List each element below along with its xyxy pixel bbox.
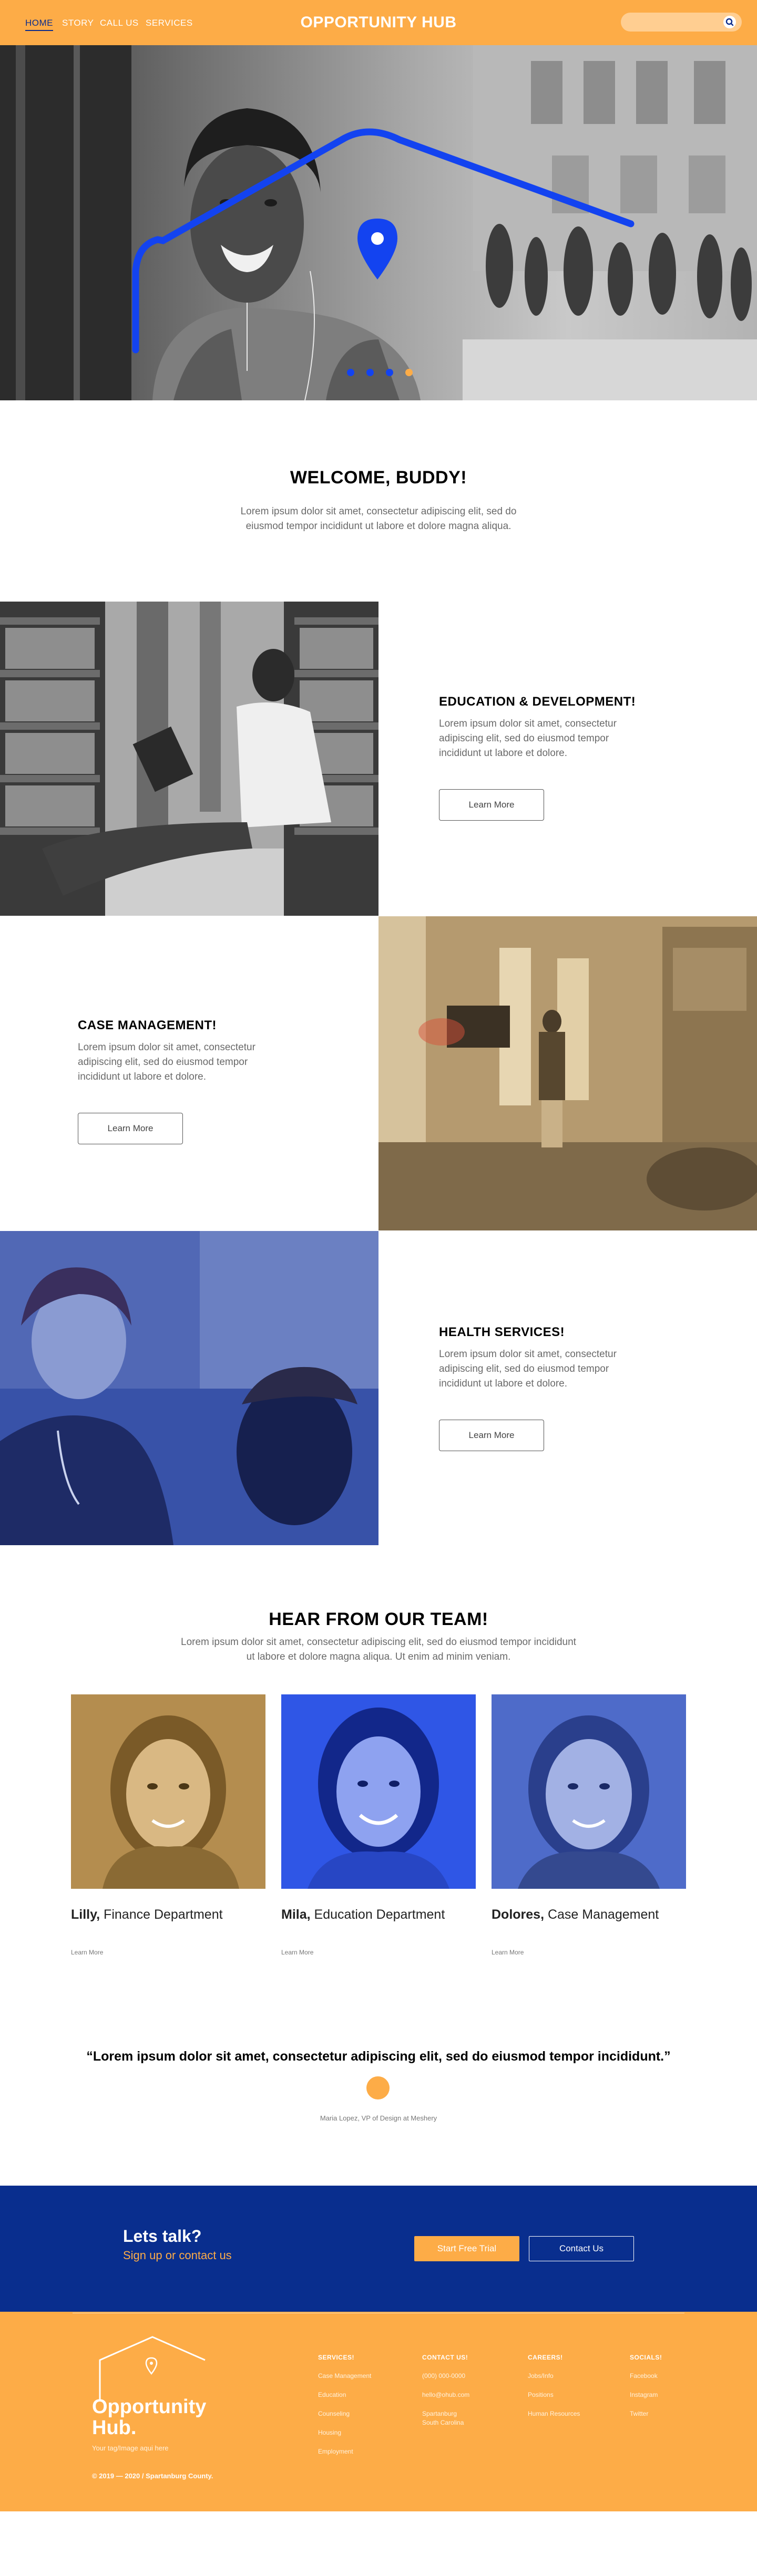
- footer-link[interactable]: Education: [318, 2391, 371, 2399]
- education-image: [0, 602, 378, 916]
- testimonial-avatar: [366, 2076, 390, 2099]
- carousel-dot-3[interactable]: [386, 369, 393, 376]
- start-free-trial-button[interactable]: Start Free Trial: [414, 2236, 519, 2261]
- hero-banner: [0, 45, 757, 400]
- footer-link[interactable]: Positions: [528, 2391, 580, 2399]
- footer-col-head: SERVICES!: [318, 2354, 354, 2361]
- testimonial-author: Maria Lopez, VP of Design at Meshery: [320, 2114, 437, 2122]
- service-case-text-2: adipiscing elit, sed do eiusmod tempor: [78, 1057, 248, 1068]
- service-health-text-1: Lorem ipsum dolor sit amet, consectetur: [439, 1349, 617, 1360]
- footer-text: Spartanburg: [422, 2410, 457, 2417]
- footer-link[interactable]: hello@ohub.com: [422, 2391, 469, 2399]
- footer-text: South Carolina: [422, 2419, 464, 2426]
- service-education-text-3: incididunt ut labore et dolore.: [439, 748, 567, 759]
- team-member-lilly: Lilly, Finance Department: [71, 1907, 223, 1922]
- team-member-dolores: Dolores, Case Management: [492, 1907, 659, 1922]
- service-health-text-2: adipiscing elit, sed do eiusmod tempor: [439, 1363, 609, 1374]
- service-education-text-2: adipiscing elit, sed do eiusmod tempor: [439, 733, 609, 744]
- team-photo-dolores: [492, 1694, 686, 1889]
- footer-link[interactable]: Jobs/Info: [528, 2372, 580, 2381]
- service-case-title: CASE MANAGEMENT!: [78, 1018, 217, 1032]
- team-photo-mila: [281, 1694, 476, 1889]
- cta-banner: Lets talk? Sign up or contact us Start F…: [0, 2186, 757, 2312]
- service-case-learn-more-button[interactable]: Learn More: [78, 1113, 183, 1144]
- footer-col-socials: SOCIALS! Facebook Instagram Twitter: [630, 2354, 662, 2418]
- footer-link[interactable]: Instagram: [630, 2391, 662, 2399]
- top-header: HOME STORY CALL US SERVICES OPPORTUNITY …: [0, 0, 757, 45]
- testimonial-quote: “Lorem ipsum dolor sit amet, consectetur…: [86, 2049, 671, 2064]
- footer-col-head: CONTACT US!: [422, 2354, 468, 2361]
- footer-col-head: SOCIALS!: [630, 2354, 662, 2361]
- team-member-dept: Finance Department: [100, 1907, 223, 1922]
- search-icon[interactable]: [723, 16, 736, 28]
- footer-link[interactable]: Facebook: [630, 2372, 662, 2381]
- cta-subtitle: Sign up or contact us: [123, 2249, 232, 2262]
- footer-link[interactable]: Employment: [318, 2447, 371, 2456]
- health-image: [0, 1231, 378, 1545]
- team-member-dept: Education Department: [310, 1907, 445, 1922]
- lilly-learn-more-link[interactable]: Learn More: [71, 1949, 103, 1956]
- footer-copyright: © 2019 — 2020 / Spartanburg County.: [92, 2472, 213, 2480]
- carousel-dot-4[interactable]: [405, 369, 413, 376]
- hero-photo: [0, 45, 757, 400]
- footer-col-careers: CAREERS! Jobs/Info Positions Human Resou…: [528, 2354, 580, 2418]
- case-management-image: [378, 916, 757, 1230]
- carousel-dot-2[interactable]: [366, 369, 374, 376]
- site-footer: Opportunity Hub. Your tag/Image aqui her…: [0, 2312, 757, 2511]
- footer-col-head: CAREERS!: [528, 2354, 563, 2361]
- footer-link[interactable]: Housing: [318, 2428, 371, 2437]
- welcome-title: WELCOME, BUDDY!: [290, 468, 467, 488]
- service-education-text-1: Lorem ipsum dolor sit amet, consectetur: [439, 718, 617, 729]
- team-member-mila: Mila, Education Department: [281, 1907, 445, 1922]
- service-health-title: HEALTH SERVICES!: [439, 1325, 565, 1339]
- team-text-line-1: Lorem ipsum dolor sit amet, consectetur …: [181, 1637, 576, 1648]
- footer-logo-line-2: Hub.: [92, 2417, 137, 2439]
- footer-col-services: SERVICES! Case Management Education Coun…: [318, 2354, 371, 2456]
- footer-link[interactable]: Twitter: [630, 2409, 662, 2418]
- team-title: HEAR FROM OUR TEAM!: [269, 1609, 488, 1629]
- carousel-dot-1[interactable]: [347, 369, 354, 376]
- service-education-learn-more-button[interactable]: Learn More: [439, 789, 544, 821]
- footer-link[interactable]: Counseling: [318, 2409, 371, 2418]
- footer-col-contact: CONTACT US! (000) 000-0000 hello@ohub.co…: [422, 2354, 469, 2427]
- team-text-line-2: ut labore et dolore magna aliqua. Ut eni…: [246, 1651, 511, 1662]
- footer-logo-line-1: Opportunity: [92, 2396, 207, 2418]
- cta-title: Lets talk?: [123, 2227, 202, 2246]
- contact-us-button[interactable]: Contact Us: [529, 2236, 634, 2261]
- team-member-dept: Case Management: [544, 1907, 659, 1922]
- footer-tagline: Your tag/Image aqui here: [92, 2444, 169, 2452]
- team-member-name: Dolores,: [492, 1907, 545, 1922]
- service-case-text-3: incididunt ut labore et dolore.: [78, 1071, 206, 1082]
- team-member-name: Mila,: [281, 1907, 311, 1922]
- service-education-title: EDUCATION & DEVELOPMENT!: [439, 695, 636, 709]
- mila-learn-more-link[interactable]: Learn More: [281, 1949, 313, 1956]
- footer-house-logo-icon: [99, 2336, 206, 2400]
- team-member-name: Lilly,: [71, 1907, 100, 1922]
- welcome-text-line-2: eiusmod tempor incididunt ut labore et d…: [245, 521, 512, 532]
- footer-link[interactable]: (000) 000-0000: [422, 2372, 469, 2381]
- welcome-text-line-1: Lorem ipsum dolor sit amet, consectetur …: [240, 506, 517, 517]
- footer-link[interactable]: Human Resources: [528, 2409, 580, 2418]
- service-case-text-1: Lorem ipsum dolor sit amet, consectetur: [78, 1042, 255, 1053]
- service-health-text-3: incididunt ut labore et dolore.: [439, 1378, 567, 1389]
- service-health-learn-more-button[interactable]: Learn More: [439, 1420, 544, 1451]
- dolores-learn-more-link[interactable]: Learn More: [492, 1949, 524, 1956]
- team-photo-lilly: [71, 1694, 265, 1889]
- footer-link[interactable]: Case Management: [318, 2372, 371, 2381]
